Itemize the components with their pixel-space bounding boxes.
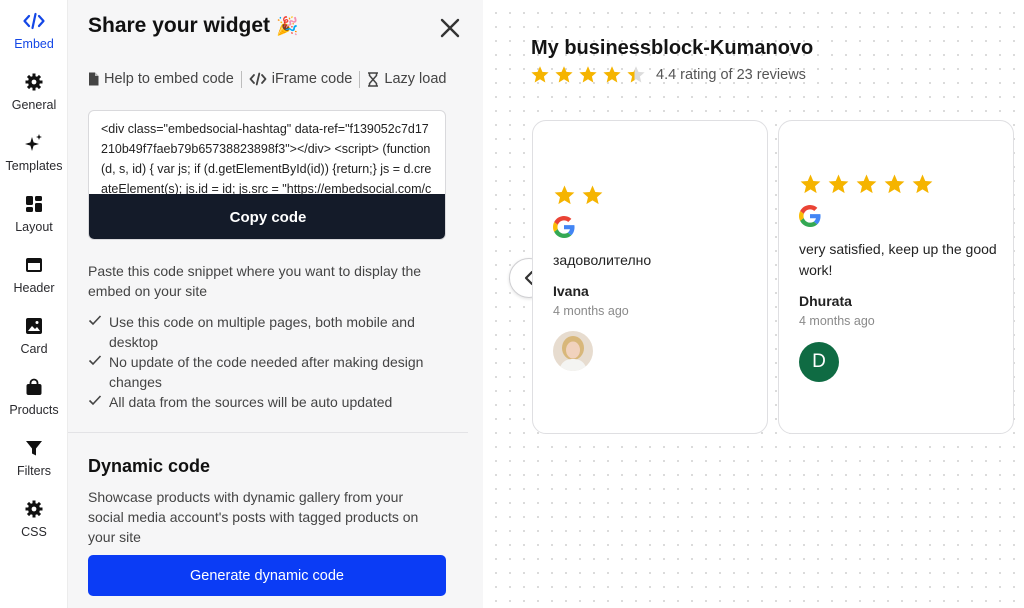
gear-icon <box>25 71 43 93</box>
nav-item-card[interactable]: Card <box>0 307 68 363</box>
star-icon <box>884 174 905 194</box>
list-item: No update of the code needed after makin… <box>88 352 438 392</box>
close-icon <box>440 18 460 38</box>
tab-lazy-load[interactable]: Lazy load <box>367 71 446 87</box>
party-emoji-icon: 🎉 <box>276 16 299 36</box>
list-item-text: All data from the sources will be auto u… <box>109 394 393 410</box>
google-icon <box>553 216 575 238</box>
nav-label: Products <box>9 403 59 417</box>
star-icon <box>554 185 575 205</box>
copy-code-button[interactable]: Copy code <box>89 194 445 239</box>
avatar-photo-icon <box>553 331 593 371</box>
nav-label: Embed <box>14 37 54 51</box>
review-stars <box>799 173 939 196</box>
sparkle-icon <box>24 132 44 154</box>
review-stars <box>553 184 609 207</box>
review-date: 4 months ago <box>553 304 629 318</box>
layout-icon <box>25 193 43 215</box>
tab-label: iFrame code <box>271 71 353 87</box>
nav-item-header[interactable]: Header <box>0 246 68 302</box>
nav-item-templates[interactable]: Templates <box>0 124 68 180</box>
review-card[interactable]: very satisfied, keep up the good work! D… <box>778 120 1014 434</box>
star-icon <box>579 66 597 83</box>
nav-item-general[interactable]: General <box>0 63 68 119</box>
avatar: D <box>799 342 839 382</box>
widget-preview: My businessblock-Kumanovo 4.4 rating of … <box>483 0 1024 608</box>
tab-divider <box>359 70 361 88</box>
document-icon <box>88 72 99 86</box>
nav-label: CSS <box>21 525 47 539</box>
nav-label: Layout <box>15 220 53 234</box>
nav-label: Card <box>20 342 48 356</box>
review-card[interactable]: задоволително Ivana 4 months ago <box>532 120 768 434</box>
header-icon <box>25 254 43 276</box>
image-icon <box>25 315 43 337</box>
dynamic-code-description: Showcase products with dynamic gallery f… <box>88 489 419 545</box>
avatar-letter: D <box>812 351 826 372</box>
reviewer-name: Ivana <box>553 283 589 299</box>
code-snippet[interactable]: <div class="embedsocial-hashtag" data-re… <box>101 119 435 195</box>
tab-label: Lazy load <box>384 71 447 87</box>
tab-label: Help to embed code <box>104 71 234 87</box>
code-icon <box>249 72 267 86</box>
share-panel: Share your widget 🎉 Help to embed code iF… <box>68 0 547 608</box>
gear-icon <box>25 498 43 520</box>
reviewer-name: Dhurata <box>799 293 852 309</box>
filter-icon <box>25 437 43 459</box>
paste-description: Paste this code snippet where you want t… <box>88 263 422 299</box>
bag-icon <box>25 376 43 398</box>
benefits-list: Use this code on multiple pages, both mo… <box>88 312 438 412</box>
close-button[interactable] <box>438 16 462 40</box>
nav-item-filters[interactable]: Filters <box>0 429 68 485</box>
nav-label: Header <box>13 281 55 295</box>
star-icon <box>531 66 549 83</box>
avatar <box>553 331 593 371</box>
side-nav: Embed General Templates Layout Header Ca… <box>0 0 68 608</box>
section-divider <box>68 432 468 433</box>
review-date: 4 months ago <box>799 314 875 328</box>
star-icon <box>627 66 645 83</box>
review-text: very satisfied, keep up the good work! <box>799 241 997 278</box>
tab-divider <box>240 70 242 88</box>
nav-item-products[interactable]: Products <box>0 368 68 424</box>
code-icon <box>23 10 45 32</box>
check-icon <box>88 392 109 412</box>
nav-label: Filters <box>16 464 52 478</box>
business-name: My businessblock-Kumanovo <box>531 37 814 59</box>
nav-item-css[interactable]: CSS <box>0 490 68 546</box>
list-item-text: No update of the code needed after makin… <box>109 354 424 390</box>
tab-iframe-code[interactable]: iFrame code <box>249 71 353 87</box>
rating-summary: 4.4 rating of 23 reviews <box>530 65 806 85</box>
list-item: Use this code on multiple pages, both mo… <box>88 312 438 352</box>
tab-help-embed[interactable]: Help to embed code <box>88 71 234 87</box>
review-text: задоволително <box>553 252 652 268</box>
panel-title-text: Share your widget <box>88 14 271 37</box>
embed-code-box[interactable]: <div class="embedsocial-hashtag" data-re… <box>88 110 446 240</box>
hourglass-icon <box>367 71 379 87</box>
generate-dynamic-code-button[interactable]: Generate dynamic code <box>88 555 446 596</box>
star-icon <box>828 174 849 194</box>
star-icon <box>856 174 877 194</box>
star-icon <box>912 174 933 194</box>
star-icon <box>800 174 821 194</box>
nav-item-embed[interactable]: Embed <box>0 2 68 58</box>
nav-label: Templates <box>5 159 63 173</box>
nav-item-layout[interactable]: Layout <box>0 185 68 241</box>
star-icon <box>603 66 621 83</box>
dynamic-code-title: Dynamic code <box>88 456 211 476</box>
nav-label: General <box>11 98 57 112</box>
check-icon <box>88 312 109 352</box>
rating-text: 4.4 rating of 23 reviews <box>656 67 806 83</box>
list-item-text: Use this code on multiple pages, both mo… <box>109 314 415 350</box>
star-icon <box>555 66 573 83</box>
star-icon <box>582 185 603 205</box>
list-item: All data from the sources will be auto u… <box>88 392 438 412</box>
panel-title: Share your widget 🎉 <box>88 14 298 38</box>
rating-stars <box>530 65 650 85</box>
google-icon <box>799 205 821 227</box>
embed-tabs: Help to embed code iFrame code Lazy load <box>88 69 446 89</box>
check-icon <box>88 352 109 392</box>
